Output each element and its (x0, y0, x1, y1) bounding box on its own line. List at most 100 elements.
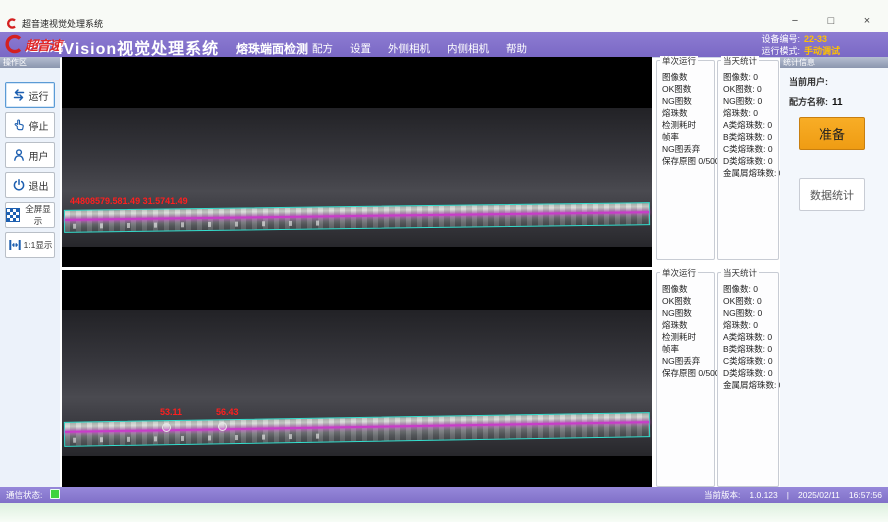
prepare-button[interactable]: 准备 (799, 117, 865, 150)
laser-line (65, 421, 649, 433)
stat-row: 图像数 (662, 283, 714, 295)
run-mode-value: 手动调试 (804, 45, 850, 57)
app-title: IVision视觉处理系统 (58, 35, 219, 59)
exit-button-label: 退出 (29, 178, 49, 193)
logo-text: 超音速 (25, 35, 61, 54)
one-to-one-button[interactable]: 1:1显示 (5, 232, 55, 258)
window-titlebar: 超音速视觉处理系统 − □ × (0, 0, 888, 32)
stat-row: C类熔珠数: 0 (723, 355, 778, 367)
camera-viewport-top[interactable]: 44808579.581.49 31.5741.49 (62, 57, 652, 267)
menu-bar: 配方 设置 外侧相机 内侧相机 帮助 (312, 41, 527, 56)
version-value: 1.0.123 (749, 487, 777, 503)
stat-row: B类熔珠数: 0 (723, 343, 778, 355)
brand-logo: 超音速 (4, 34, 61, 54)
detected-strip-top (64, 202, 650, 233)
sidebar: 操作区 运行 停止 用户 退出 (0, 57, 60, 487)
one-to-one-button-label: 1:1显示 (24, 239, 53, 251)
stat-row: 图像数: 0 (723, 283, 778, 295)
stat-row: C类熔珠数: 0 (723, 143, 778, 155)
stat-row: 图像数: 0 (723, 71, 778, 83)
menu-inner-camera[interactable]: 内侧相机 (447, 41, 489, 56)
camera-image-top: 44808579.581.49 31.5741.49 (62, 108, 652, 247)
stat-row: 检测耗时 (662, 119, 714, 131)
stat-row: NG图数: 0 (723, 307, 778, 319)
stat-row: 保存原图 0/500 (662, 367, 714, 379)
stat-row: A类熔珠数: 0 (723, 331, 778, 343)
status-bar: 通信状态: 当前版本: 1.0.123 | 2025/02/11 16:57:5… (0, 487, 888, 503)
logo-swirl-icon (4, 34, 24, 54)
app-icon (6, 18, 17, 29)
groupbox-title: 单次运行 (660, 268, 698, 278)
user-button[interactable]: 用户 (5, 142, 55, 168)
exit-button[interactable]: 退出 (5, 172, 55, 198)
one-to-one-icon (8, 238, 22, 252)
app-header: 超音速 IVision视觉处理系统 熔珠端面检测 配方 设置 外侧相机 内侧相机… (0, 32, 888, 58)
info-panel-header: 统计信息 (780, 57, 888, 68)
stat-row: NG图丢弃 (662, 143, 714, 155)
stat-row: A类熔珠数: 0 (723, 119, 778, 131)
minimize-button[interactable]: − (788, 15, 802, 27)
status-bar-right: 当前版本: 1.0.123 | 2025/02/11 16:57:56 (704, 487, 882, 503)
bead-marks (73, 220, 333, 228)
stat-row: 熔珠数: 0 (723, 319, 778, 331)
stat-row: NG图丢弃 (662, 355, 714, 367)
comm-status-indicator (50, 489, 60, 499)
comm-status-label: 通信状态: (6, 490, 42, 500)
stop-button[interactable]: 停止 (5, 112, 55, 138)
stop-button-label: 停止 (29, 118, 49, 133)
info-panel: 统计信息 当前用户: 配方名称: 11 准备 数据统计 (780, 57, 888, 487)
bead-label: 56.43 (216, 407, 239, 417)
device-info: 设备编号: 22-33 运行模式: 手动调试 (761, 33, 850, 57)
close-button[interactable]: × (860, 15, 874, 27)
stat-row: OK图数 (662, 83, 714, 95)
bead-marks (73, 433, 333, 442)
stat-row: OK图数: 0 (723, 83, 778, 95)
stat-row: D类熔珠数: 0 (723, 367, 778, 379)
stat-row: 熔珠数: 0 (723, 107, 778, 119)
current-user-row: 当前用户: (789, 75, 888, 88)
single-run-groupbox-bottom: 单次运行 图像数 OK图数 NG图数 熔珠数 检测耗时 帧率 NG图丢弃 保存原… (656, 272, 715, 487)
menu-recipe[interactable]: 配方 (312, 41, 333, 56)
data-statistics-button[interactable]: 数据统计 (799, 178, 865, 211)
device-number-row: 设备编号: 22-33 (761, 33, 850, 45)
detected-strip-bottom (64, 412, 650, 447)
recipe-name-value: 11 (832, 97, 843, 108)
maximize-button[interactable]: □ (824, 15, 838, 27)
run-mode-label: 运行模式: (761, 45, 800, 57)
version-label: 当前版本: (704, 487, 740, 503)
run-icon (12, 88, 26, 102)
camera-image-bottom: 53.11 56.43 (62, 310, 652, 456)
fullscreen-icon (6, 208, 20, 222)
device-number-value: 22-33 (804, 33, 850, 45)
stat-rows: 图像数 OK图数 NG图数 熔珠数 检测耗时 帧率 NG图丢弃 保存原图 0/5… (657, 61, 714, 167)
desktop-strip (0, 503, 888, 522)
stop-hand-icon (12, 118, 26, 132)
user-icon (12, 148, 26, 162)
camera-viewport-bottom[interactable]: 53.11 56.43 (62, 270, 652, 487)
stat-row: 保存原图 0/500 (662, 155, 714, 167)
measurement-overlay: 44808579.581.49 31.5741.49 (70, 196, 188, 206)
run-button[interactable]: 运行 (5, 82, 55, 108)
window-title: 超音速视觉处理系统 (22, 17, 103, 30)
stat-row: OK图数: 0 (723, 295, 778, 307)
stat-row: D类熔珠数: 0 (723, 155, 778, 167)
current-user-label: 当前用户: (789, 75, 828, 88)
menu-outer-camera[interactable]: 外侧相机 (388, 41, 430, 56)
stat-row: NG图数 (662, 307, 714, 319)
groupbox-title: 当天统计 (721, 268, 759, 278)
stat-row: 帧率 (662, 343, 714, 355)
user-button-label: 用户 (29, 148, 49, 163)
recipe-name-row: 配方名称: 11 (789, 95, 888, 108)
stat-row: 金属屑熔珠数: 0 (723, 379, 778, 391)
stat-row: B类熔珠数: 0 (723, 131, 778, 143)
stat-row: NG图数 (662, 95, 714, 107)
run-button-label: 运行 (29, 88, 49, 103)
menu-settings[interactable]: 设置 (350, 41, 371, 56)
recipe-name-label: 配方名称: (789, 95, 828, 108)
run-mode-row: 运行模式: 手动调试 (761, 45, 850, 57)
stat-row: 金属屑熔珠数: 0 (723, 167, 778, 179)
menu-help[interactable]: 帮助 (506, 41, 527, 56)
groupbox-title: 当天统计 (721, 56, 759, 66)
fullscreen-button[interactable]: 全屏显示 (5, 202, 55, 228)
bead-marker-circle (162, 423, 171, 432)
